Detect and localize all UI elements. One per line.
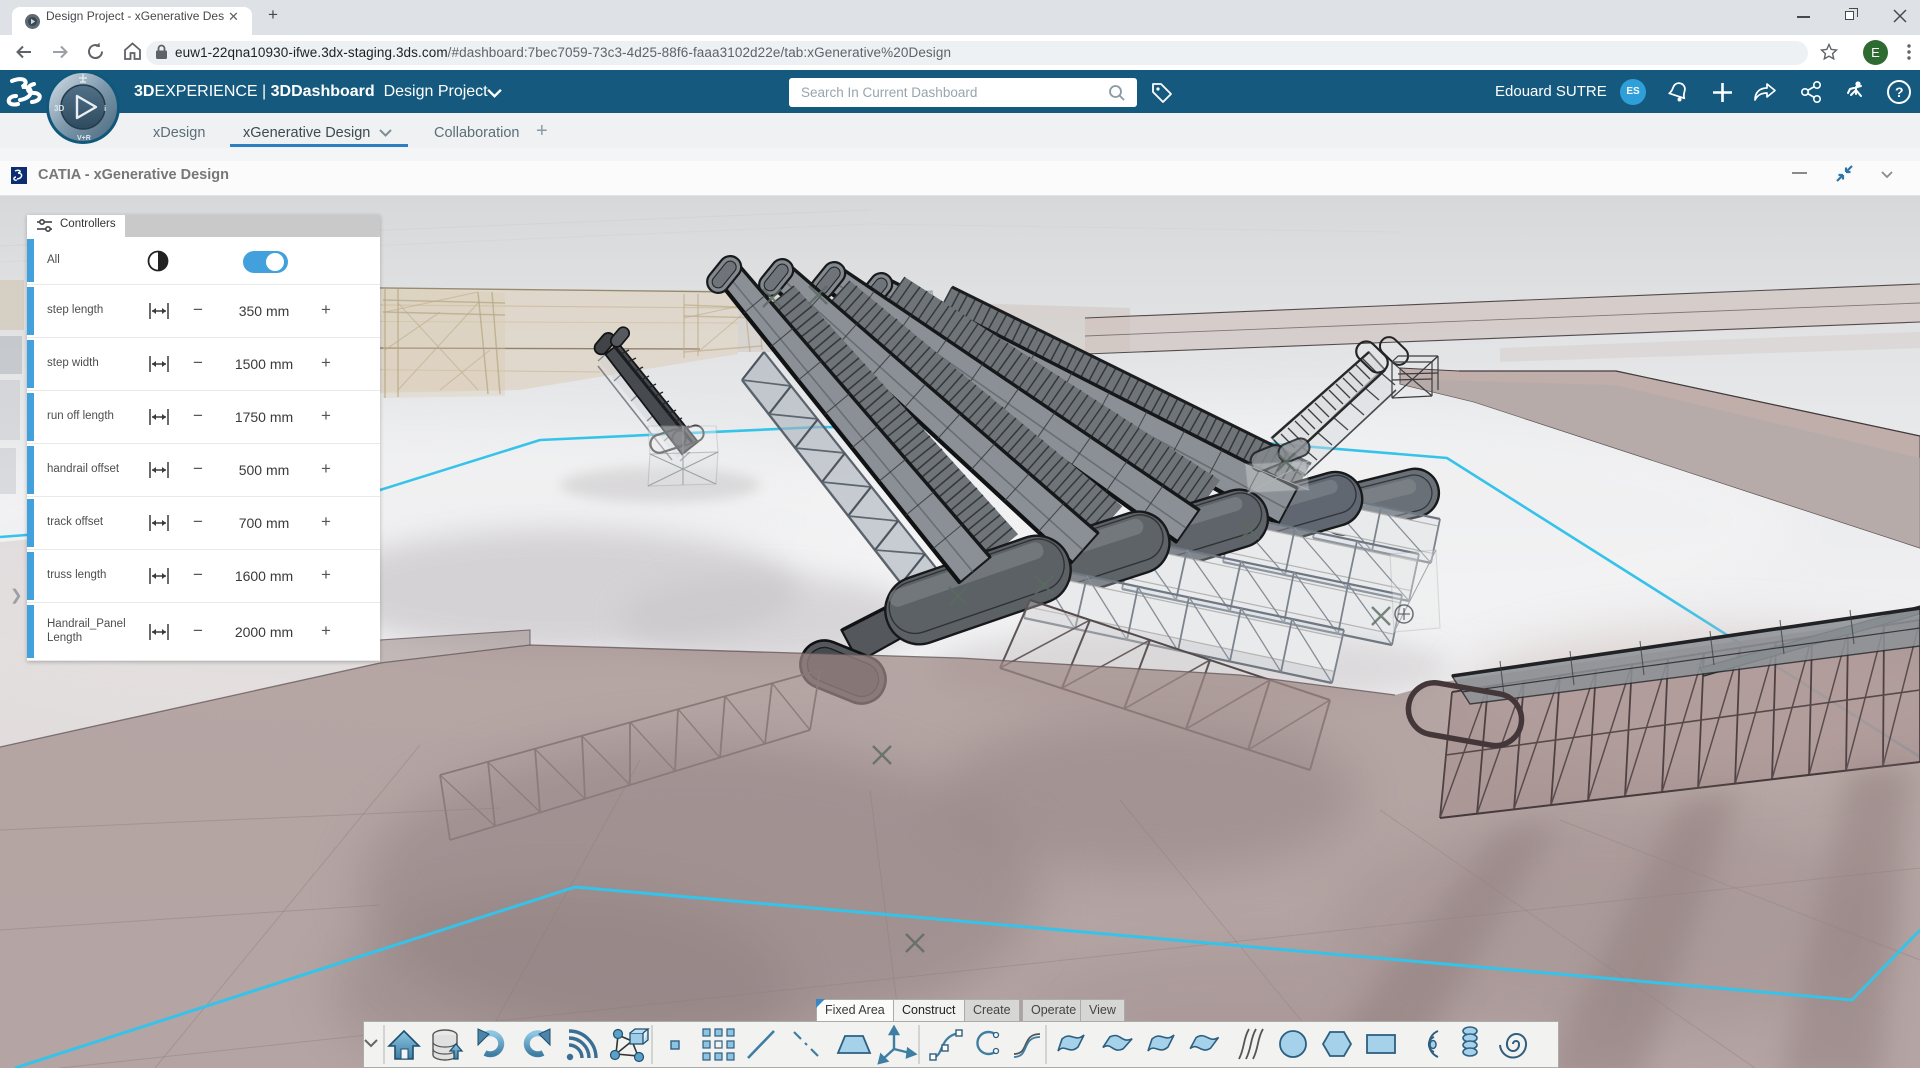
svg-text:i: i (104, 104, 106, 113)
svg-text:V+R: V+R (77, 135, 91, 142)
svg-text:3D: 3D (54, 104, 64, 113)
svg-text:?: ? (1895, 84, 1904, 100)
